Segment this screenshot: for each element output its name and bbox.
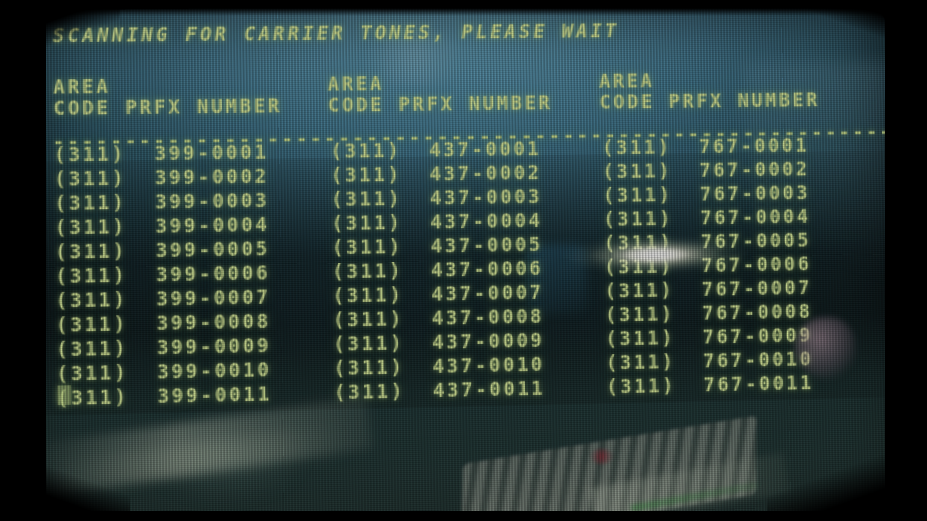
- phone-number-cell[interactable]: (311) 399-0002: [54, 166, 269, 191]
- phone-number-cell[interactable]: (311) 399-0007: [55, 286, 270, 312]
- phone-number-cell[interactable]: (311) 399-0003: [54, 190, 269, 215]
- phone-number-cell[interactable]: (311) 437-0001: [330, 138, 541, 163]
- phone-number-cell[interactable]: (311) 437-0011: [334, 378, 546, 405]
- phone-number-cell[interactable]: (311) 437-0003: [331, 186, 542, 211]
- phone-number-cell[interactable]: (311) 437-0006: [332, 258, 543, 284]
- phone-number-cell[interactable]: (311) 767-0008: [605, 301, 813, 327]
- phone-number-cell[interactable]: (311) 437-0010: [334, 354, 546, 380]
- column-3-header-fields: CODE PRFX NUMBER: [599, 89, 821, 114]
- phone-number-cell[interactable]: (311) 399-0008: [56, 311, 271, 337]
- phone-number-cell[interactable]: (311) 767-0002: [602, 158, 809, 183]
- crt-screen: SCANNING FOR CARRIER TONES, PLEASE WAIT …: [17, 3, 900, 521]
- phone-number-cell[interactable]: (311) 437-0004: [331, 210, 542, 235]
- column-1-header-area: AREA: [53, 75, 111, 99]
- phone-number-cell[interactable]: (311) 767-0007: [605, 277, 813, 303]
- column-3-header-area: AREA: [598, 70, 655, 93]
- phone-number-cell[interactable]: (311) 399-0009: [56, 335, 271, 361]
- column-1-header-fields: CODE PRFX NUMBER: [53, 95, 283, 120]
- phone-number-cell[interactable]: (311) 767-0003: [603, 182, 810, 207]
- phone-number-cell[interactable]: (311) 767-0004: [603, 206, 810, 231]
- phone-number-cell[interactable]: (311) 399-0005: [55, 238, 270, 264]
- phone-number-cell[interactable]: (311) 399-0011: [56, 383, 272, 410]
- status-line: SCANNING FOR CARRIER TONES, PLEASE WAIT: [52, 20, 620, 48]
- phone-number-cell[interactable]: (311) 767-0006: [604, 253, 812, 278]
- phone-number-cell[interactable]: (311) 399-0010: [56, 359, 271, 386]
- column-2-header-area: AREA: [327, 73, 385, 96]
- phone-number-cell[interactable]: (311) 399-0004: [55, 214, 270, 239]
- phone-number-cell[interactable]: (311) 437-0005: [332, 234, 543, 259]
- phone-number-cell[interactable]: (311) 767-0009: [605, 325, 813, 351]
- crt-monitor-photo: SCANNING FOR CARRIER TONES, PLEASE WAIT …: [0, 0, 927, 521]
- phone-number-cell[interactable]: (311) 437-0007: [332, 282, 543, 308]
- block-cursor: [57, 385, 72, 405]
- phone-number-cell[interactable]: (311) 437-0008: [333, 306, 544, 332]
- phone-number-cell[interactable]: (311) 767-0011: [606, 372, 814, 398]
- column-2-header-fields: CODE PRFX NUMBER: [327, 92, 553, 117]
- phone-number-cell[interactable]: (311) 767-0001: [602, 135, 809, 159]
- phone-number-cell[interactable]: (311) 767-0005: [604, 230, 812, 255]
- phone-number-cell[interactable]: (311) 399-0006: [55, 262, 270, 288]
- terminal-text-layer: SCANNING FOR CARRIER TONES, PLEASE WAIT …: [17, 3, 899, 521]
- crt-bezel: SCANNING FOR CARRIER TONES, PLEASE WAIT …: [0, 0, 927, 521]
- phone-number-cell[interactable]: (311) 437-0002: [331, 162, 542, 187]
- phone-number-cell[interactable]: (311) 399-0001: [54, 141, 269, 166]
- phone-number-cell[interactable]: (311) 767-0010: [606, 348, 814, 374]
- phone-number-cell[interactable]: (311) 437-0009: [333, 330, 545, 356]
